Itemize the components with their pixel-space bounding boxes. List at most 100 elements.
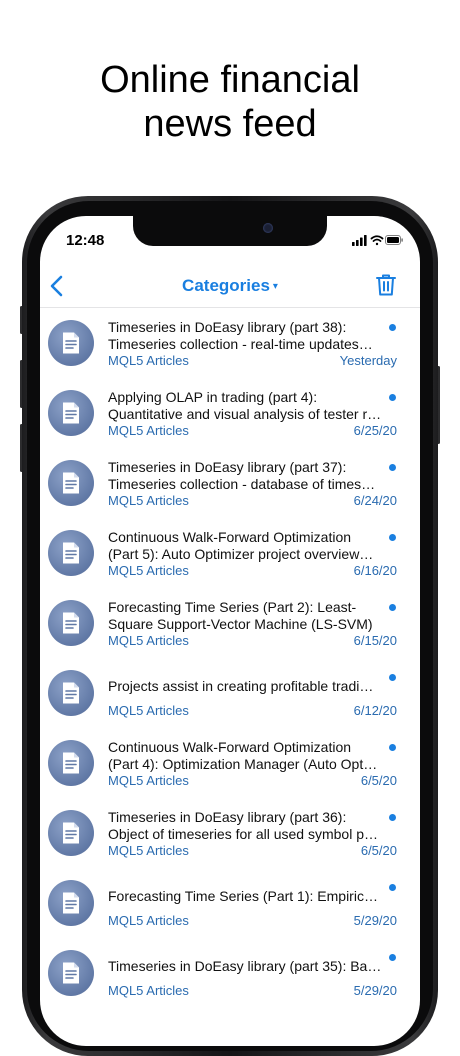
article-title-line: Continuous Walk-Forward Optimization — [108, 529, 352, 545]
wifi-icon — [370, 235, 384, 246]
article-date: 6/24/20 — [353, 493, 397, 508]
article-avatar — [48, 390, 94, 436]
marketing-headline: Online financial news feed — [0, 58, 460, 146]
article-source: MQL5 Articles — [108, 913, 189, 928]
document-icon — [63, 822, 79, 844]
article-title-line: Timeseries collection - database of time… — [108, 476, 376, 492]
document-icon — [63, 682, 79, 704]
navigation-bar: Categories ▾ — [40, 266, 420, 306]
feed-item[interactable]: Timeseries in DoEasy library (part 37): T… — [40, 448, 420, 518]
unread-dot-icon — [389, 814, 396, 821]
article-title: Timeseries in DoEasy library (part 35): … — [108, 958, 385, 975]
article-title-line: Square Support-Vector Machine (LS-SVM) — [108, 616, 373, 632]
feed-item[interactable]: Forecasting Time Series (Part 2): Least-… — [40, 588, 420, 658]
feed-item[interactable]: Timeseries in DoEasy library (part 38): T… — [40, 308, 420, 378]
article-title-line: Timeseries in DoEasy library (part 38): — [108, 319, 347, 335]
article-date: Yesterday — [339, 353, 397, 368]
article-title-line: (Part 5): Auto Optimizer project overvie… — [108, 546, 374, 562]
headline-line-2: news feed — [143, 103, 317, 145]
unread-dot-icon — [389, 534, 396, 541]
unread-dot-icon — [389, 884, 396, 891]
status-icons — [352, 233, 404, 247]
battery-icon — [385, 235, 403, 245]
article-date: 6/16/20 — [353, 563, 397, 578]
article-title-line: Applying OLAP in trading (part 4): — [108, 389, 318, 405]
article-avatar — [48, 600, 94, 646]
article-source: MQL5 Articles — [108, 423, 189, 438]
article-source: MQL5 Articles — [108, 353, 189, 368]
unread-dot-icon — [389, 954, 396, 961]
trash-icon — [376, 274, 396, 296]
article-title-line: Quantitative and visual analysis of test… — [108, 406, 382, 422]
article-title-line: Forecasting Time Series (Part 2): Least- — [108, 599, 357, 615]
document-icon — [63, 402, 79, 424]
phone-notch — [133, 216, 327, 246]
article-source: MQL5 Articles — [108, 703, 189, 718]
article-source: MQL5 Articles — [108, 843, 189, 858]
feed-item[interactable]: Timeseries in DoEasy library (part 35): … — [40, 938, 420, 1008]
unread-dot-icon — [389, 324, 396, 331]
article-title: Projects assist in creating profitable t… — [108, 678, 385, 695]
feed-item[interactable]: Applying OLAP in trading (part 4): Quanti… — [40, 378, 420, 448]
article-date: 6/12/20 — [353, 703, 397, 718]
unread-dot-icon — [389, 674, 396, 681]
document-icon — [63, 892, 79, 914]
phone-screen: 12:48 Categories ▾ Timeseries in DoEasy … — [40, 216, 420, 1046]
article-date: 5/29/20 — [353, 913, 397, 928]
article-title-line: Timeseries in DoEasy library (part 36): — [108, 809, 347, 825]
article-title-line: (Part 4): Optimization Manager (Auto Opt… — [108, 756, 378, 772]
article-title: Forecasting Time Series (Part 1): Empiri… — [108, 888, 385, 905]
categories-dropdown[interactable]: Categories ▾ — [40, 276, 420, 296]
article-title-line: Timeseries in DoEasy library (part 37): — [108, 459, 347, 475]
document-icon — [63, 962, 79, 984]
document-icon — [63, 752, 79, 774]
unread-dot-icon — [389, 604, 396, 611]
article-source: MQL5 Articles — [108, 493, 189, 508]
document-icon — [63, 542, 79, 564]
feed-item[interactable]: Continuous Walk-Forward Optimization (Par… — [40, 728, 420, 798]
feed-item[interactable]: Continuous Walk-Forward Optimization (Par… — [40, 518, 420, 588]
unread-dot-icon — [389, 744, 396, 751]
front-camera — [263, 223, 273, 233]
document-icon — [63, 332, 79, 354]
unread-dot-icon — [389, 394, 396, 401]
headline-line-1: Online financial — [100, 59, 360, 101]
article-date: 6/5/20 — [360, 843, 397, 858]
article-title: Timeseries in DoEasy library (part 37): T… — [108, 459, 385, 493]
feed-item[interactable]: Forecasting Time Series (Part 1): Empiri… — [40, 868, 420, 938]
caret-down-icon: ▾ — [272, 281, 278, 292]
article-title-line: Timeseries in DoEasy library (part 35): … — [108, 958, 382, 974]
article-date: 6/15/20 — [353, 633, 397, 648]
article-avatar — [48, 460, 94, 506]
article-title: Applying OLAP in trading (part 4): Quanti… — [108, 389, 385, 423]
article-avatar — [48, 880, 94, 926]
article-avatar — [48, 670, 94, 716]
article-source: MQL5 Articles — [108, 633, 189, 648]
article-avatar — [48, 950, 94, 996]
article-title-line: Continuous Walk-Forward Optimization — [108, 739, 352, 755]
article-avatar — [48, 530, 94, 576]
article-title-line: Object of timeseries for all used symbol… — [108, 826, 378, 842]
document-icon — [63, 612, 79, 634]
article-title: Timeseries in DoEasy library (part 36): O… — [108, 809, 385, 843]
article-title-line: Timeseries collection - real-time update… — [108, 336, 373, 352]
article-date: 6/25/20 — [353, 423, 397, 438]
article-source: MQL5 Articles — [108, 563, 189, 578]
article-title-line: Projects assist in creating profitable t… — [108, 678, 374, 694]
article-title: Continuous Walk-Forward Optimization (Par… — [108, 739, 385, 773]
news-feed-list: Timeseries in DoEasy library (part 38): T… — [40, 307, 420, 1008]
nav-title-label: Categories — [182, 276, 270, 295]
feed-item[interactable]: Projects assist in creating profitable t… — [40, 658, 420, 728]
article-title: Timeseries in DoEasy library (part 38): T… — [108, 319, 385, 353]
article-date: 6/5/20 — [360, 773, 397, 788]
article-title: Forecasting Time Series (Part 2): Least-… — [108, 599, 385, 633]
article-avatar — [48, 320, 94, 366]
article-avatar — [48, 810, 94, 856]
delete-button[interactable] — [375, 273, 397, 297]
article-title: Continuous Walk-Forward Optimization (Par… — [108, 529, 385, 563]
status-time: 12:48 — [66, 232, 105, 249]
unread-dot-icon — [389, 464, 396, 471]
article-source: MQL5 Articles — [108, 773, 189, 788]
article-avatar — [48, 740, 94, 786]
feed-item[interactable]: Timeseries in DoEasy library (part 36): O… — [40, 798, 420, 868]
